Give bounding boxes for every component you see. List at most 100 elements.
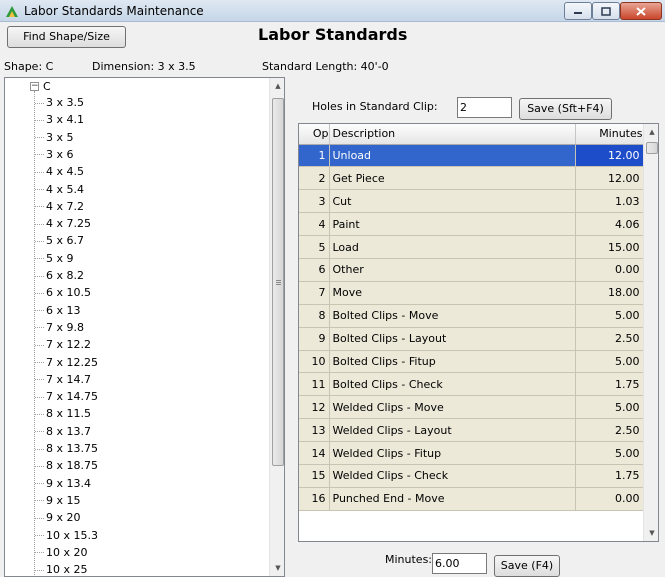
minutes-cell[interactable]: 12.00 (575, 166, 644, 191)
find-shape-size-button[interactable]: Find Shape/Size (7, 26, 126, 48)
grid-scrollbar[interactable]: ▲ ▼ (643, 124, 658, 541)
tree-item[interactable]: 3 x 4.1 (35, 113, 84, 129)
tree-item[interactable]: 10 x 15.3 (35, 529, 98, 545)
op-cell[interactable]: 1 (299, 144, 330, 168)
save-shift-f4-button[interactable]: Save (Sft+F4) (519, 98, 612, 120)
tree-item[interactable]: 10 x 20 (35, 546, 88, 562)
tree-item[interactable]: 3 x 6 (35, 148, 74, 164)
description-cell[interactable]: Get Piece (329, 166, 576, 191)
description-cell[interactable]: Bolted Clips - Move (329, 304, 576, 328)
description-cell[interactable]: Bolted Clips - Check (329, 372, 576, 397)
column-header-minutes[interactable]: Minutes (575, 124, 644, 145)
tree-item[interactable]: 6 x 10.5 (35, 286, 91, 302)
minutes-cell[interactable]: 0.00 (575, 487, 644, 511)
minutes-cell[interactable]: 15.00 (575, 235, 644, 259)
tree-item[interactable]: 7 x 12.25 (35, 356, 98, 372)
tree-item[interactable]: 5 x 6.7 (35, 234, 84, 250)
minutes-input[interactable]: 6.00 (432, 553, 487, 574)
tree-scrollbar[interactable]: ▲ ▼ (269, 78, 284, 576)
op-cell[interactable]: 5 (299, 235, 330, 259)
description-cell[interactable]: Welded Clips - Check (329, 464, 576, 488)
tree-item[interactable]: 9 x 13.4 (35, 477, 91, 493)
description-cell[interactable]: Bolted Clips - Fitup (329, 350, 576, 374)
minutes-cell[interactable]: 0.00 (575, 258, 644, 282)
op-cell[interactable]: 10 (299, 350, 330, 374)
description-cell[interactable]: Bolted Clips - Layout (329, 327, 576, 351)
table-row[interactable]: 9 Bolted Clips - Layout 2.50 (299, 327, 644, 351)
tree-item[interactable]: 10 x 25 (35, 563, 88, 576)
minutes-cell[interactable]: 1.75 (575, 372, 644, 397)
tree-item[interactable]: 7 x 12.2 (35, 338, 91, 354)
minutes-cell[interactable]: 5.00 (575, 304, 644, 328)
minimize-button[interactable] (564, 2, 592, 20)
scroll-up-arrow-icon[interactable]: ▲ (270, 78, 284, 94)
minutes-cell[interactable]: 5.00 (575, 350, 644, 374)
table-row[interactable]: 16 Punched End - Move 0.00 (299, 487, 644, 511)
table-row[interactable]: 15 Welded Clips - Check 1.75 (299, 464, 644, 488)
minutes-cell[interactable]: 2.50 (575, 327, 644, 351)
save-f4-button[interactable]: Save (F4) (494, 555, 560, 577)
table-row[interactable]: 13 Welded Clips - Layout 2.50 (299, 418, 644, 443)
tree-item[interactable]: 4 x 7.2 (35, 200, 84, 216)
tree-item[interactable]: 6 x 8.2 (35, 269, 84, 285)
op-cell[interactable]: 15 (299, 464, 330, 488)
description-cell[interactable]: Welded Clips - Fitup (329, 441, 576, 465)
collapse-icon[interactable]: − (30, 82, 39, 91)
description-cell[interactable]: Punched End - Move (329, 487, 576, 511)
op-cell[interactable]: 4 (299, 212, 330, 237)
op-cell[interactable]: 9 (299, 327, 330, 351)
minutes-cell[interactable]: 1.75 (575, 464, 644, 488)
table-row[interactable]: 3 Cut 1.03 (299, 189, 644, 214)
op-cell[interactable]: 14 (299, 441, 330, 465)
scroll-down-arrow-icon[interactable]: ▼ (270, 560, 284, 576)
minutes-cell[interactable]: 4.06 (575, 212, 644, 237)
description-cell[interactable]: Welded Clips - Layout (329, 418, 576, 443)
grid-scroll-down-arrow-icon[interactable]: ▼ (644, 525, 658, 541)
column-header-description[interactable]: Description (329, 124, 576, 145)
table-row[interactable]: 12 Welded Clips - Move 5.00 (299, 395, 644, 420)
tree-item[interactable]: 8 x 13.75 (35, 442, 98, 458)
tree-item[interactable]: 9 x 20 (35, 511, 81, 527)
op-cell[interactable]: 3 (299, 189, 330, 214)
tree-item[interactable]: 5 x 9 (35, 252, 74, 268)
table-row[interactable]: 10 Bolted Clips - Fitup 5.00 (299, 350, 644, 374)
description-cell[interactable]: Load (329, 235, 576, 259)
tree-item[interactable]: 3 x 3.5 (35, 96, 84, 112)
table-row[interactable]: 5 Load 15.00 (299, 235, 644, 259)
table-row[interactable]: 11 Bolted Clips - Check 1.75 (299, 372, 644, 397)
op-cell[interactable]: 11 (299, 372, 330, 397)
op-cell[interactable]: 8 (299, 304, 330, 328)
tree-item[interactable]: 7 x 9.8 (35, 321, 84, 337)
grid-scroll-thumb[interactable] (646, 142, 658, 154)
description-cell[interactable]: Paint (329, 212, 576, 237)
description-cell[interactable]: Cut (329, 189, 576, 214)
op-cell[interactable]: 13 (299, 418, 330, 443)
description-cell[interactable]: Unload (329, 144, 576, 168)
minutes-cell[interactable]: 12.00 (575, 144, 644, 168)
minutes-cell[interactable]: 2.50 (575, 418, 644, 443)
grid-scroll-up-arrow-icon[interactable]: ▲ (644, 124, 658, 140)
table-row[interactable]: 14 Welded Clips - Fitup 5.00 (299, 441, 644, 465)
table-row[interactable]: 7 Move 18.00 (299, 281, 644, 305)
tree-item[interactable]: 6 x 13 (35, 304, 81, 320)
op-cell[interactable]: 7 (299, 281, 330, 305)
tree-item[interactable]: 3 x 5 (35, 131, 74, 147)
op-cell[interactable]: 12 (299, 395, 330, 420)
tree-item[interactable]: 7 x 14.7 (35, 373, 91, 389)
tree-item[interactable]: 4 x 7.25 (35, 217, 91, 233)
holes-input[interactable]: 2 (457, 97, 512, 118)
description-cell[interactable]: Other (329, 258, 576, 282)
minutes-cell[interactable]: 1.03 (575, 189, 644, 214)
close-button[interactable] (620, 2, 662, 20)
tree-root-item[interactable]: C (43, 80, 51, 93)
table-row[interactable]: 8 Bolted Clips - Move 5.00 (299, 304, 644, 328)
description-cell[interactable]: Move (329, 281, 576, 305)
tree-item[interactable]: 7 x 14.75 (35, 390, 98, 406)
minutes-cell[interactable]: 5.00 (575, 441, 644, 465)
minutes-cell[interactable]: 5.00 (575, 395, 644, 420)
description-cell[interactable]: Welded Clips - Move (329, 395, 576, 420)
table-row[interactable]: 4 Paint 4.06 (299, 212, 644, 237)
column-header-op[interactable]: Op (299, 124, 330, 145)
tree-item[interactable]: 4 x 4.5 (35, 165, 84, 181)
maximize-button[interactable] (592, 2, 620, 20)
